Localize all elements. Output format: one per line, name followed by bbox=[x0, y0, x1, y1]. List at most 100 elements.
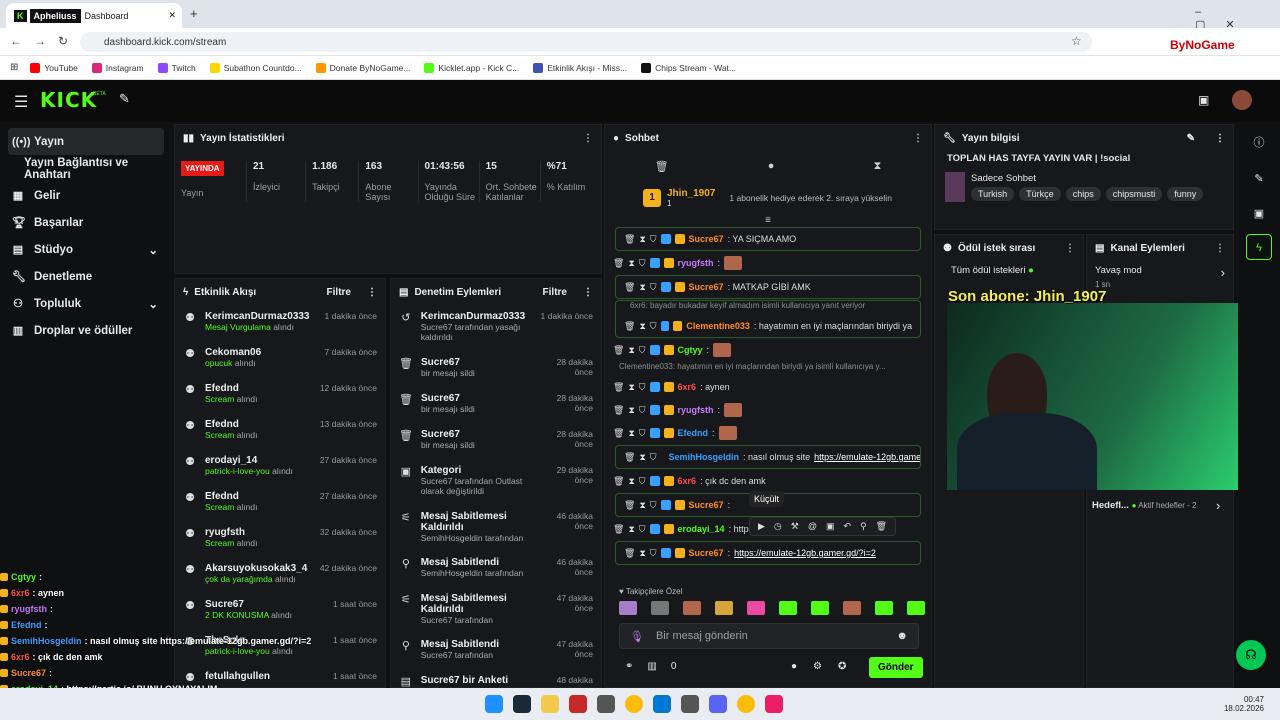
sidebar-item-gelir[interactable]: ▦ Gelir bbox=[0, 182, 172, 209]
chat-username[interactable]: Sucre67 bbox=[689, 548, 724, 558]
sidebar-item-droplar[interactable]: ▥ Droplar ve ödüller bbox=[0, 317, 172, 344]
chat-message[interactable]: 🗑︎ ⧗ ⛉ Cgtyy: bbox=[605, 339, 931, 361]
discord-icon[interactable] bbox=[709, 695, 727, 713]
bookmark-etkinlik[interactable]: Etkinlik Akışı - Miss... bbox=[533, 62, 627, 73]
chat-message[interactable]: 🗑︎ ⧗ ⛉ Efednd: bbox=[605, 422, 931, 444]
emote-icon[interactable] bbox=[715, 601, 733, 615]
shield-icon[interactable]: ⛉ bbox=[639, 524, 646, 535]
emote-icon[interactable] bbox=[651, 601, 669, 615]
close-tab-icon[interactable]: ✕ bbox=[168, 10, 176, 21]
trash-icon[interactable]: 🗑︎ bbox=[624, 321, 635, 332]
trash-icon[interactable]: 🗑︎ bbox=[624, 500, 635, 511]
camera-icon[interactable]: ▣ bbox=[1198, 93, 1209, 107]
chat-username[interactable]: SemihHosgeldin bbox=[669, 452, 740, 462]
nav-buttons[interactable]: ←→↻ bbox=[10, 34, 80, 48]
play-icon[interactable]: ▶ bbox=[758, 521, 765, 532]
sidebar-item-basarilar[interactable]: 🏆︎ Başarılar bbox=[0, 209, 172, 236]
bookmark-twitch[interactable]: Twitch bbox=[157, 62, 196, 73]
all-rewards[interactable]: Tüm ödül istekleri ● bbox=[935, 261, 1083, 280]
hourglass-icon[interactable]: ⧗ bbox=[628, 476, 634, 487]
gear-icon[interactable]: ⚙ bbox=[813, 661, 822, 672]
mention-icon[interactable]: @ bbox=[808, 521, 817, 532]
bookmark-instagram[interactable]: Instagram bbox=[91, 62, 144, 73]
bookmark-youtube[interactable]: YouTube bbox=[30, 62, 78, 73]
trash-icon[interactable]: 🗑︎ bbox=[613, 345, 624, 356]
hourglass-icon[interactable]: ⧗ bbox=[628, 345, 634, 356]
points-icon[interactable]: ⚭ bbox=[625, 661, 633, 672]
shield-icon[interactable]: ⛉ bbox=[639, 258, 646, 269]
chat-username[interactable]: ryugfsth bbox=[678, 405, 714, 415]
emote-icon[interactable] bbox=[619, 601, 637, 615]
activity-user[interactable]: Efednd bbox=[205, 383, 257, 394]
app-icon[interactable] bbox=[569, 695, 587, 713]
pin-icon[interactable]: ⚲ bbox=[860, 521, 867, 532]
reply-icon[interactable]: ↶ bbox=[844, 521, 852, 532]
steam-icon[interactable] bbox=[513, 695, 531, 713]
tag-chip[interactable]: Turkish bbox=[971, 187, 1015, 201]
bookmark-subathon[interactable]: Subathon Countdo... bbox=[209, 62, 302, 73]
edit-icon[interactable]: ✎ bbox=[1187, 133, 1195, 144]
hourglass-icon[interactable]: ⧗ bbox=[628, 405, 634, 416]
send-button[interactable]: Gönder bbox=[869, 657, 923, 678]
hourglass-icon[interactable]: ⧗ bbox=[639, 452, 645, 463]
chat-link[interactable]: https://emulate-12gb.gamer.gd/?i=2 bbox=[734, 548, 876, 558]
hourglass-icon[interactable]: ⧗ bbox=[639, 234, 645, 245]
sidebar-item-baglanti[interactable]: Yayın Bağlantısı ve Anahtarı bbox=[0, 155, 172, 182]
chat-message[interactable]: Clementine033: hayatımın en iyi maçların… bbox=[605, 362, 931, 398]
tools-icon[interactable]: ✎ bbox=[119, 91, 130, 107]
app-icon[interactable] bbox=[653, 695, 671, 713]
tag-chip[interactable]: chips bbox=[1065, 187, 1101, 201]
activity-user[interactable]: erodayi_14 bbox=[205, 455, 293, 466]
chat-username[interactable]: Clementine033 bbox=[686, 321, 750, 331]
app-icon[interactable] bbox=[681, 695, 699, 713]
activity-user[interactable]: KerimcanDurmaz0333 bbox=[205, 311, 310, 322]
more-icon[interactable]: ⋮ bbox=[583, 287, 593, 298]
chrome-icon[interactable] bbox=[625, 695, 643, 713]
new-tab-icon[interactable]: + bbox=[190, 6, 198, 21]
windows-start-icon[interactable] bbox=[485, 695, 503, 713]
emote-icon[interactable] bbox=[907, 601, 925, 615]
bookmark-chips[interactable]: Chips Stream - Wat... bbox=[641, 62, 736, 73]
emote-icon[interactable] bbox=[747, 601, 765, 615]
activity-user[interactable]: Efednd bbox=[205, 419, 257, 430]
app-icon[interactable] bbox=[597, 695, 615, 713]
chat-message[interactable]: 🗑︎ ⧗ ⛉ Sucre67: YA SIÇMA AMO bbox=[615, 227, 921, 251]
trash-icon[interactable]: 🗑︎ bbox=[655, 160, 669, 173]
kick-logo[interactable]: KICK bbox=[40, 88, 97, 112]
emote-icon[interactable] bbox=[875, 601, 893, 615]
chat-message[interactable]: 🗑︎ ⧗ ⛉ ryugfsth: bbox=[605, 252, 931, 274]
chat-username[interactable]: ryugfsth bbox=[678, 258, 714, 268]
more-icon[interactable]: ⋮ bbox=[1065, 243, 1075, 254]
filter-button[interactable]: Filtre bbox=[543, 287, 567, 298]
shield-icon[interactable]: ⛉ bbox=[639, 345, 646, 356]
expand-icon[interactable]: ≡ bbox=[605, 215, 931, 227]
menu-icon[interactable]: ☰ bbox=[14, 92, 28, 112]
trash-icon[interactable]: 🗑︎ bbox=[613, 258, 624, 269]
trash-icon[interactable]: 🗑︎ bbox=[624, 548, 635, 559]
shield-icon[interactable]: ⛉ bbox=[650, 282, 657, 293]
more-icon[interactable]: ⋮ bbox=[1215, 133, 1225, 144]
info-icon[interactable]: ⓘ bbox=[1238, 134, 1280, 150]
shield-icon[interactable]: ⛉ bbox=[639, 405, 646, 416]
chat-message[interactable]: 🗑︎ ⧗ ⛉ Sucre67: https://emulate-12gb.gamer.g… bbox=[615, 541, 921, 565]
bynogame-extension[interactable]: ByNoGame bbox=[1170, 38, 1235, 52]
chat-username[interactable]: erodayi_14 bbox=[678, 524, 725, 534]
chat-username[interactable]: Efednd bbox=[678, 428, 709, 438]
trash-icon[interactable]: 🗑︎ bbox=[624, 234, 635, 245]
edit-icon[interactable]: ✎ bbox=[1238, 172, 1280, 185]
hourglass-icon[interactable]: ⧗ bbox=[639, 282, 645, 293]
shield-icon[interactable]: ⛉ bbox=[650, 500, 657, 511]
shield-icon[interactable]: ⛉ bbox=[639, 428, 646, 439]
star-icon[interactable]: ☆ bbox=[1071, 34, 1082, 48]
chrome-icon[interactable] bbox=[737, 695, 755, 713]
emote-icon[interactable] bbox=[811, 601, 829, 615]
support-icon[interactable]: ☊ bbox=[1236, 640, 1266, 670]
emote-icon[interactable] bbox=[683, 601, 701, 615]
emoji-icon[interactable]: ☻ bbox=[896, 630, 908, 642]
shield-icon[interactable]: ⛉ bbox=[650, 452, 657, 463]
tag-chip[interactable]: chipsmusti bbox=[1105, 187, 1163, 201]
shield-icon[interactable]: ⛉ bbox=[650, 234, 657, 245]
avatar[interactable] bbox=[1232, 90, 1252, 110]
goals-row[interactable]: Hedefl... ● Aktif hedefler - 2 bbox=[1092, 500, 1196, 511]
hourglass-icon[interactable]: ⧗ bbox=[628, 428, 634, 439]
